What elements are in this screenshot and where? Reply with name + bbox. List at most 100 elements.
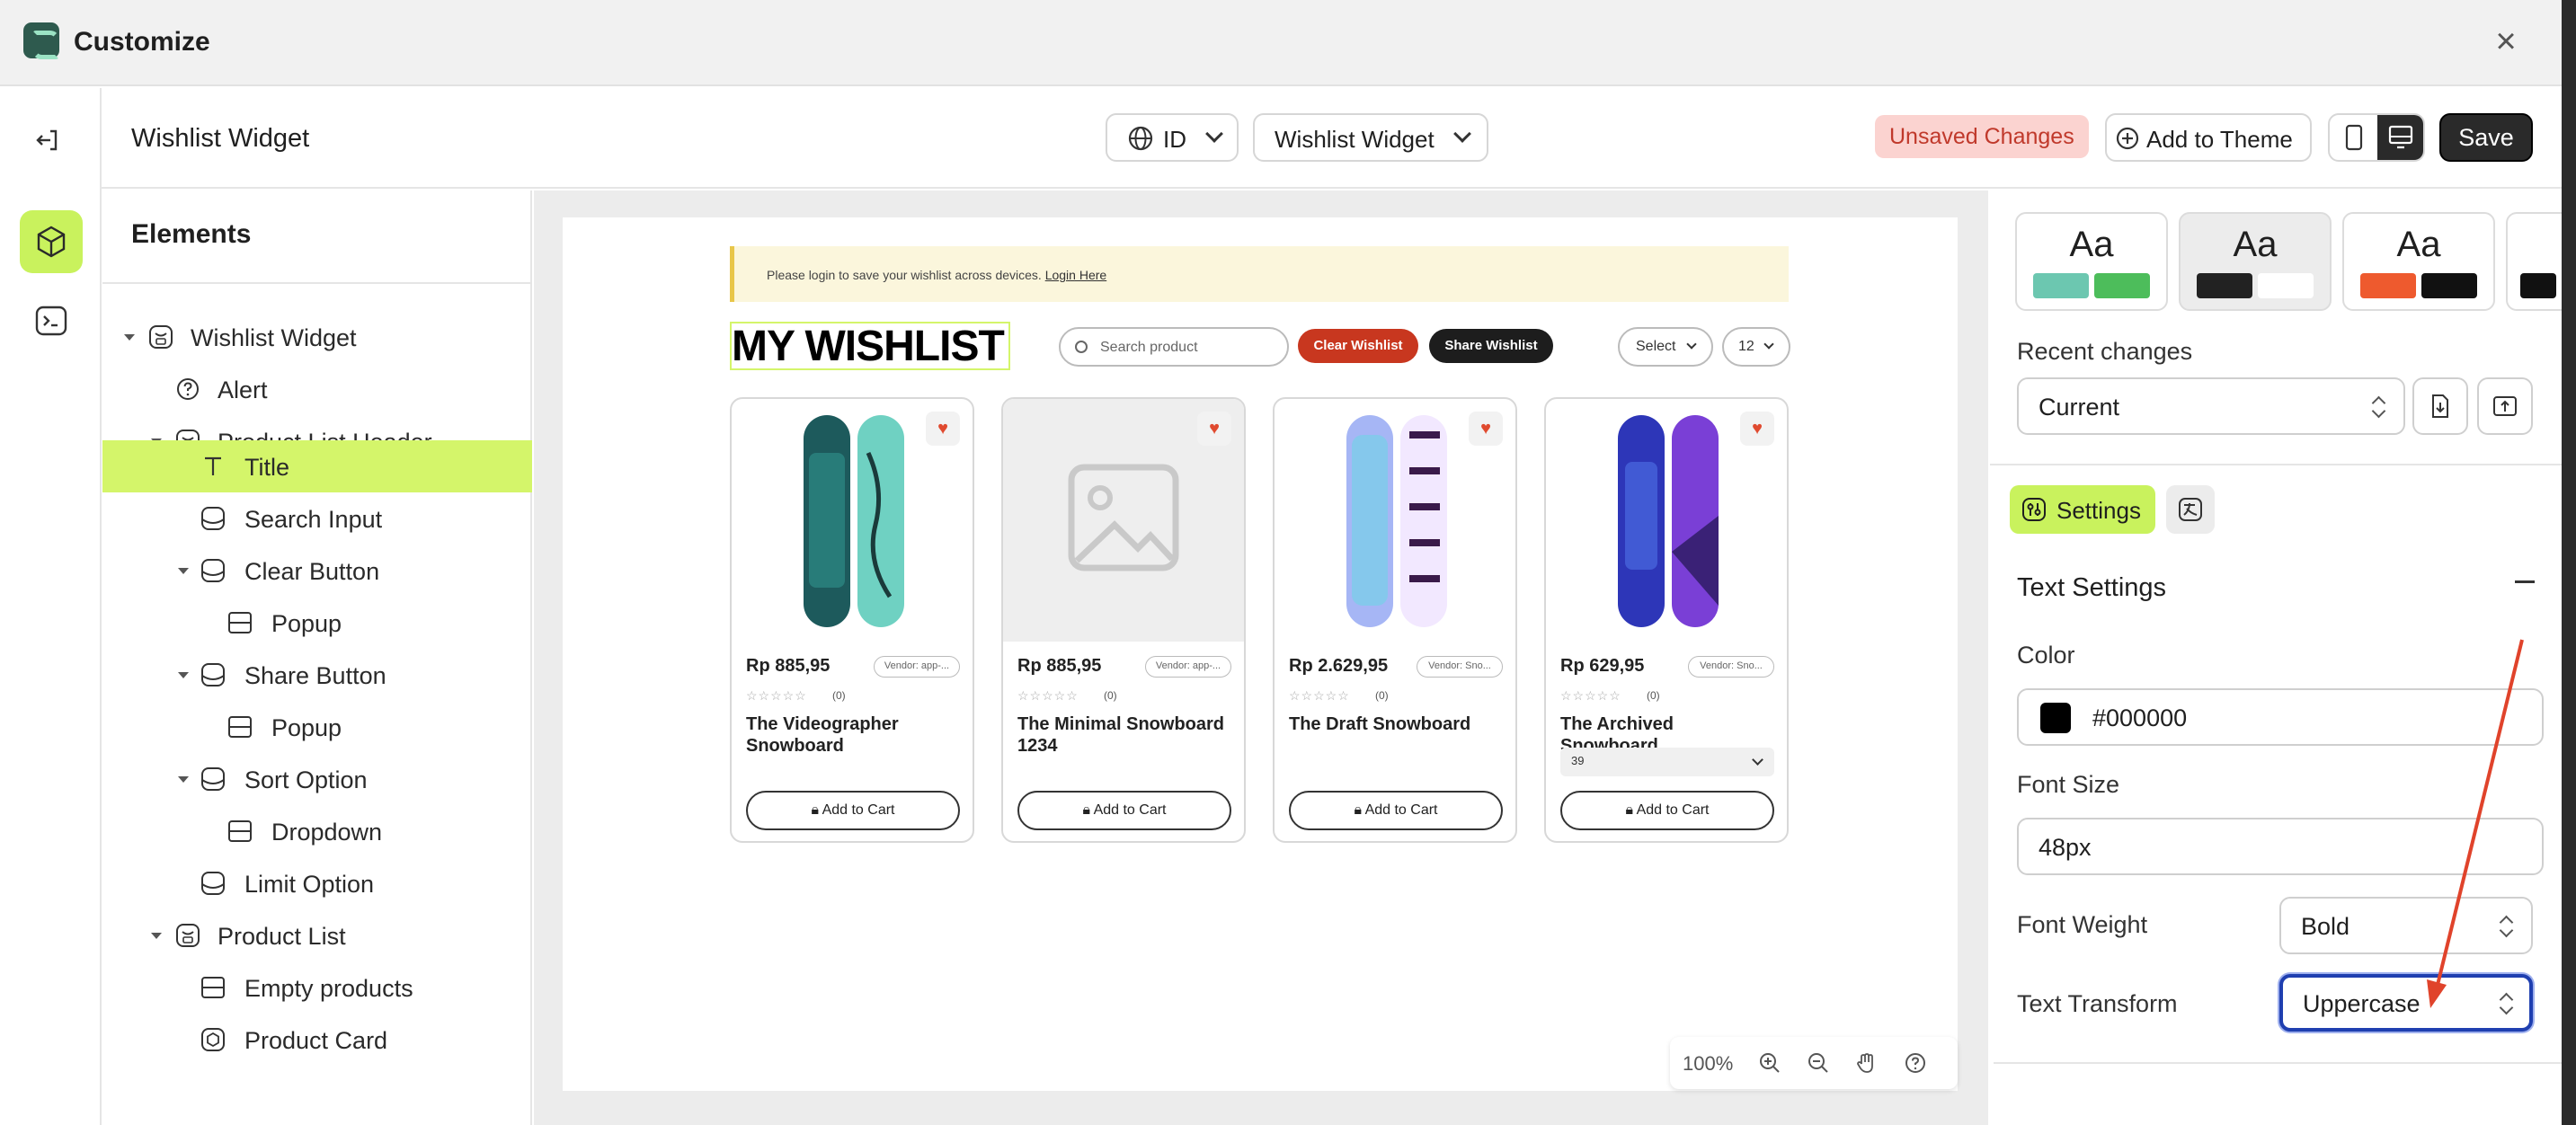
clear-wishlist-button[interactable]: Clear Wishlist (1298, 329, 1418, 363)
import-button[interactable] (2412, 377, 2468, 435)
recent-changes-select[interactable]: Current (2017, 377, 2405, 435)
product-card[interactable]: ♥ Rp 885,95 Vendor: app-... ☆☆☆☆☆ (0) Th… (730, 397, 974, 843)
customize-window: Customize × Wishlist Widget ID Wishlist … (0, 0, 2562, 1125)
tree-item-limit-option[interactable]: Limit Option (102, 857, 532, 909)
text-transform-label: Text Transform (2017, 990, 2178, 1017)
wishlist-title[interactable]: MY WISHLIST (730, 322, 1010, 370)
add-to-cart-button[interactable]: 🔒︎ Add to Cart (1289, 791, 1503, 830)
tree-item-popup[interactable]: Popup (102, 701, 532, 753)
font-weight-select[interactable]: Bold (2279, 897, 2533, 954)
caret-down-icon[interactable] (151, 933, 162, 939)
product-name[interactable]: The Draft Snowboard (1289, 713, 1505, 735)
font-size-input[interactable]: 48px (2017, 818, 2544, 875)
exit-icon[interactable] (27, 120, 67, 160)
limit-select[interactable]: 12 (1722, 327, 1790, 367)
desktop-icon (2388, 125, 2413, 149)
tree-item-title[interactable]: Title (102, 440, 532, 492)
font-size-label: Font Size (2017, 771, 2120, 798)
cube-icon (37, 226, 66, 258)
login-link[interactable]: Login Here (1045, 268, 1107, 282)
rating-stars: ☆☆☆☆☆ (746, 688, 807, 703)
search-input[interactable]: Search product (1059, 327, 1289, 367)
hand-pan-icon[interactable] (1855, 1051, 1879, 1075)
add-to-cart-label: Add to Cart (1364, 802, 1438, 818)
settings-sliders-icon (2022, 498, 2046, 521)
collapse-section-icon[interactable] (2515, 580, 2535, 583)
tree-item-share-button[interactable]: Share Button (102, 649, 532, 701)
mobile-view-button[interactable] (2330, 115, 2377, 160)
caret-down-icon[interactable] (178, 672, 189, 678)
tree-item-search-input[interactable]: Search Input (102, 492, 532, 545)
desktop-view-button[interactable] (2377, 115, 2423, 160)
block-icon (201, 663, 225, 687)
tab-translate[interactable] (2166, 485, 2215, 534)
add-to-theme-button[interactable]: Add to Theme (2105, 113, 2312, 162)
font-weight-label: Font Weight (2017, 911, 2148, 938)
section-icon (228, 716, 252, 738)
tree-item-product-list[interactable]: Product List (102, 909, 532, 961)
cart-icon: 🔒︎ (1625, 802, 1637, 818)
updown-chevron-icon (2500, 992, 2513, 1015)
recent-changes-label: Recent changes (2017, 338, 2193, 365)
updown-chevron-icon (2373, 395, 2385, 419)
elements-rail-button[interactable] (20, 210, 83, 273)
tree-item-label: Wishlist Widget (191, 324, 357, 351)
export-button[interactable] (2477, 377, 2533, 435)
color-swatch (2258, 273, 2314, 298)
color-swatch (2033, 273, 2089, 298)
add-to-cart-button[interactable]: 🔒︎ Add to Cart (746, 791, 960, 830)
caret-down-icon[interactable] (178, 568, 189, 574)
close-icon[interactable]: × (2488, 23, 2524, 59)
color-input[interactable]: #000000 (2017, 688, 2544, 746)
product-card[interactable]: ♥ Rp 885,95 Vendor: app-... ☆☆☆☆☆ (0) Th… (1001, 397, 1246, 843)
tree-item-product-card[interactable]: Product Card (102, 1014, 532, 1066)
vendor-badge: Vendor: app-... (874, 656, 960, 678)
product-card[interactable]: ♥ Rp 629,95 Vendor: Sno... ☆☆☆☆☆ (0) The… (1544, 397, 1789, 843)
updown-chevron-icon (2500, 915, 2513, 938)
review-count: (0) (832, 689, 846, 702)
help-icon[interactable] (1904, 1051, 1927, 1075)
vendor-badge: Vendor: Sno... (1417, 656, 1503, 678)
tree-item-alert[interactable]: Alert (102, 363, 532, 415)
wishlist-heart-icon[interactable]: ♥ (1469, 412, 1503, 446)
cart-icon: 🔒︎ (811, 802, 822, 818)
tree-item-sort-option[interactable]: Sort Option (102, 753, 532, 805)
editor-toolbar: Wishlist Widget ID Wishlist Widget Unsav… (0, 88, 2562, 189)
tab-settings[interactable]: Settings (2010, 485, 2155, 534)
product-name[interactable]: The Videographer Snowboard (746, 713, 962, 757)
tree-item-popup[interactable]: Popup (102, 597, 532, 649)
tree-item-clear-button[interactable]: Clear Button (102, 545, 532, 597)
tree-item-wishlist-widget[interactable]: Wishlist Widget (102, 311, 532, 363)
text-transform-select[interactable]: Uppercase (2279, 974, 2533, 1032)
sort-select[interactable]: Select (1618, 327, 1713, 367)
add-to-cart-button[interactable]: 🔒︎ Add to Cart (1017, 791, 1231, 830)
add-to-cart-button[interactable]: 🔒︎ Add to Cart (1560, 791, 1774, 830)
theme-preset-card[interactable]: Aa (2342, 212, 2495, 311)
vendor-badge: Vendor: Sno... (1688, 656, 1774, 678)
theme-preset-card[interactable] (2506, 212, 2562, 311)
product-name[interactable]: The Minimal Snowboard 1234 (1017, 713, 1233, 757)
save-button[interactable]: Save (2439, 113, 2533, 162)
mobile-icon (2345, 124, 2363, 151)
product-card[interactable]: ♥ Rp 2.629,95 Vendor: Sno... ☆☆☆☆☆ (0) T… (1273, 397, 1517, 843)
caret-down-icon[interactable] (124, 334, 135, 341)
tree-item-dropdown[interactable]: Dropdown (102, 805, 532, 857)
zoom-in-icon[interactable] (1758, 1051, 1781, 1075)
wishlist-heart-icon[interactable]: ♥ (1740, 412, 1774, 446)
wishlist-heart-icon[interactable]: ♥ (926, 412, 960, 446)
share-wishlist-button[interactable]: Share Wishlist (1429, 329, 1553, 363)
theme-preset-card[interactable]: Aa (2179, 212, 2332, 311)
zoom-toolbar: 100% (1670, 1037, 1958, 1089)
wishlist-heart-icon[interactable]: ♥ (1197, 412, 1231, 446)
code-rail-button[interactable] (20, 289, 83, 352)
zoom-out-icon[interactable] (1807, 1051, 1830, 1075)
color-swatch (2360, 273, 2416, 298)
theme-preset-card[interactable]: Aa (2015, 212, 2168, 311)
tree-item-label: Product List (218, 923, 346, 950)
language-select[interactable]: ID (1106, 113, 1239, 162)
variant-select[interactable]: 39 (1560, 748, 1774, 776)
caret-down-icon[interactable] (178, 776, 189, 783)
tree-item-empty-products[interactable]: Empty products (102, 961, 532, 1014)
color-swatch-preview[interactable] (2040, 703, 2071, 733)
template-select[interactable]: Wishlist Widget (1253, 113, 1488, 162)
